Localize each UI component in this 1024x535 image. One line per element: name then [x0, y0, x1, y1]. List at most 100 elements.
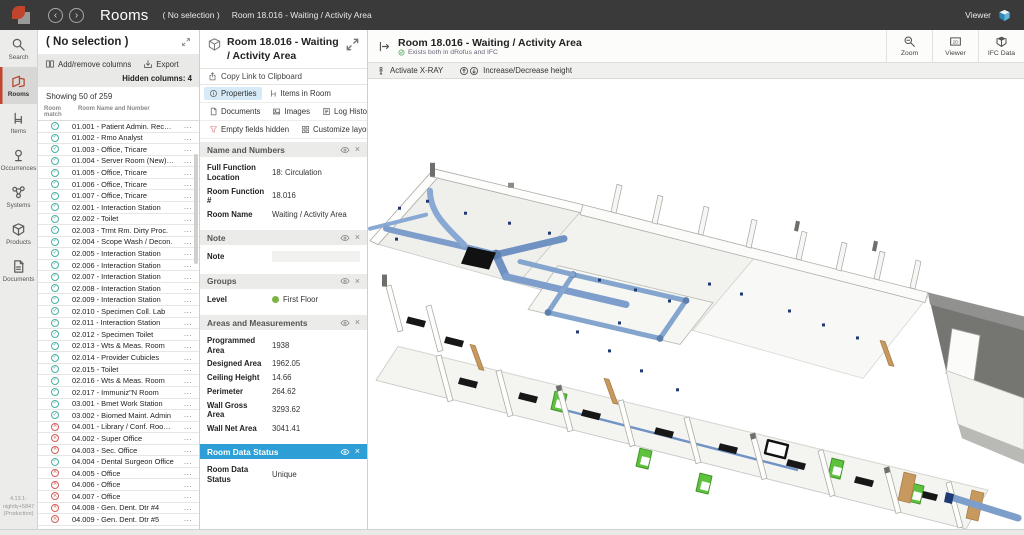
table-row[interactable]: ✓ 01.007 - Office, Tricare ...: [38, 190, 199, 202]
breadcrumb-room[interactable]: Room 18.016 - Waiting / Activity Area: [232, 10, 372, 20]
tab-properties[interactable]: Properties: [204, 87, 262, 100]
table-row[interactable]: ✓ 01.001 - Patient Admin. Recept. ...: [38, 121, 199, 133]
row-menu-button[interactable]: ...: [184, 263, 192, 267]
forward-icon[interactable]: ›: [69, 8, 84, 23]
eye-icon[interactable]: [340, 146, 350, 154]
table-row[interactable]: × 04.009 - Gen. Dent. Dtr #5 ...: [38, 514, 199, 526]
row-menu-button[interactable]: ...: [184, 309, 192, 313]
tab-log-history[interactable]: Log History: [317, 105, 368, 118]
table-row[interactable]: ✓ 02.008 - Interaction Station ...: [38, 283, 199, 295]
sidebar-item-documents[interactable]: Documents: [0, 252, 37, 289]
row-menu-button[interactable]: ...: [184, 471, 192, 475]
increase-decrease-height-button[interactable]: Increase/Decrease height: [459, 66, 572, 76]
viewer-menu-label[interactable]: Viewer: [965, 10, 991, 20]
close-icon[interactable]: ×: [355, 318, 360, 327]
row-menu-button[interactable]: ...: [184, 240, 192, 244]
table-row[interactable]: ✓ 01.006 - Office, Tricare ...: [38, 179, 199, 191]
viewer-cube-icon[interactable]: [997, 8, 1012, 23]
column-header-room-name[interactable]: Room Name and Number: [78, 106, 177, 118]
table-row[interactable]: × 04.007 - Office ...: [38, 491, 199, 503]
table-row[interactable]: ✓ 02.011 - Interaction Station ...: [38, 318, 199, 330]
zoom-button[interactable]: Zoom: [886, 30, 932, 62]
tab-empty-fields-hidden[interactable]: Empty fields hidden: [204, 123, 294, 136]
table-row[interactable]: × 04.002 - Super Office ...: [38, 433, 199, 445]
row-menu-button[interactable]: ...: [184, 344, 192, 348]
row-menu-button[interactable]: ...: [184, 217, 192, 221]
row-menu-button[interactable]: ...: [184, 298, 192, 302]
sidebar-item-rooms[interactable]: Rooms: [0, 67, 37, 104]
table-row[interactable]: × 04.006 - Office ...: [38, 479, 199, 491]
eye-icon[interactable]: [340, 448, 350, 456]
row-menu-button[interactable]: ...: [184, 402, 192, 406]
row-menu-button[interactable]: ...: [184, 194, 192, 198]
add-remove-columns-button[interactable]: Add/remove columns: [45, 59, 131, 69]
row-menu-button[interactable]: ...: [184, 367, 192, 371]
table-row[interactable]: ✓ 02.009 - Interaction Station ...: [38, 294, 199, 306]
note-input[interactable]: [272, 251, 360, 262]
close-icon[interactable]: ×: [355, 233, 360, 242]
table-row[interactable]: ✓ 02.007 - Interaction Station ...: [38, 271, 199, 283]
eye-icon[interactable]: [340, 319, 350, 327]
row-menu-button[interactable]: ...: [184, 356, 192, 360]
tab-customize-layout[interactable]: Customize layout: [296, 123, 368, 136]
list-scrollbar[interactable]: [194, 154, 198, 264]
row-menu-button[interactable]: ...: [184, 147, 192, 151]
row-menu-button[interactable]: ...: [184, 136, 192, 140]
eye-icon[interactable]: [340, 277, 350, 285]
row-menu-button[interactable]: ...: [184, 275, 192, 279]
table-row[interactable]: × 04.001 - Library / Conf. Room H... ...: [38, 422, 199, 434]
close-icon[interactable]: ×: [355, 145, 360, 154]
back-icon[interactable]: ‹: [48, 8, 63, 23]
row-menu-button[interactable]: ...: [184, 124, 192, 128]
export-button[interactable]: Export: [143, 59, 179, 69]
row-menu-button[interactable]: ...: [184, 390, 192, 394]
table-row[interactable]: ✓ 01.003 - Office, Tricare ...: [38, 144, 199, 156]
table-row[interactable]: × 04.003 - Sec. Office ...: [38, 445, 199, 457]
table-row[interactable]: ✓ 02.002 - Toilet ...: [38, 214, 199, 226]
row-menu-button[interactable]: ...: [184, 251, 192, 255]
expand-panel-icon[interactable]: [345, 37, 360, 52]
table-row[interactable]: ✓ 02.004 - Scope Wash / Decon. ...: [38, 237, 199, 249]
table-row[interactable]: ✓ 02.014 - Provider Cubicles ...: [38, 352, 199, 364]
sidebar-item-items[interactable]: Items: [0, 104, 37, 141]
row-menu-button[interactable]: ...: [184, 425, 192, 429]
table-row[interactable]: ✓ 04.004 - Dental Surgeon Office ...: [38, 456, 199, 468]
table-row[interactable]: ✓ 02.016 - Wts & Meas. Room ...: [38, 375, 199, 387]
row-menu-button[interactable]: ...: [184, 506, 192, 510]
ifc-data-button[interactable]: IFC Data: [978, 30, 1024, 62]
sidebar-item-search[interactable]: Search: [0, 30, 37, 67]
table-row[interactable]: ✓ 02.005 - Interaction Station ...: [38, 248, 199, 260]
collapse-panel-arrow-icon[interactable]: [378, 40, 391, 53]
expand-panel-icon[interactable]: [181, 37, 191, 47]
eye-icon[interactable]: [340, 234, 350, 242]
table-row[interactable]: ✓ 01.005 - Office, Tricare ...: [38, 167, 199, 179]
row-menu-button[interactable]: ...: [184, 413, 192, 417]
sidebar-item-occurrences[interactable]: Occurrences: [0, 141, 37, 178]
table-row[interactable]: ✓ 02.015 - Toilet ...: [38, 364, 199, 376]
table-row[interactable]: ✓ 02.012 - Specimen Toilet ...: [38, 329, 199, 341]
row-menu-button[interactable]: ...: [184, 159, 192, 163]
table-row[interactable]: ✓ 02.017 - Immuniz"N Room ...: [38, 387, 199, 399]
row-menu-button[interactable]: ...: [184, 286, 192, 290]
tab-documents[interactable]: Documents: [204, 105, 265, 118]
row-menu-button[interactable]: ...: [184, 171, 192, 175]
row-menu-button[interactable]: ...: [184, 448, 192, 452]
tab-images[interactable]: Images: [267, 105, 315, 118]
row-menu-button[interactable]: ...: [184, 332, 192, 336]
row-menu-button[interactable]: ...: [184, 205, 192, 209]
table-row[interactable]: × 04.008 - Gen. Dent. Dtr #4 ...: [38, 503, 199, 515]
row-menu-button[interactable]: ...: [184, 436, 192, 440]
3d-model-canvas[interactable]: [368, 79, 1024, 529]
row-menu-button[interactable]: ...: [184, 517, 192, 521]
table-row[interactable]: ✓ 02.001 - Interaction Station ...: [38, 202, 199, 214]
sidebar-item-systems[interactable]: Systems: [0, 178, 37, 215]
row-menu-button[interactable]: ...: [184, 460, 192, 464]
row-menu-button[interactable]: ...: [184, 182, 192, 186]
row-menu-button[interactable]: ...: [184, 228, 192, 232]
row-menu-button[interactable]: ...: [184, 379, 192, 383]
table-row[interactable]: ✓ 01.002 - Rmo Analyst ...: [38, 133, 199, 145]
row-menu-button[interactable]: ...: [184, 321, 192, 325]
table-row[interactable]: ✓ 02.006 - Interaction Station ...: [38, 260, 199, 272]
sidebar-item-products[interactable]: Products: [0, 215, 37, 252]
table-row[interactable]: ✓ 03.001 - Bmet Work Station ...: [38, 399, 199, 411]
